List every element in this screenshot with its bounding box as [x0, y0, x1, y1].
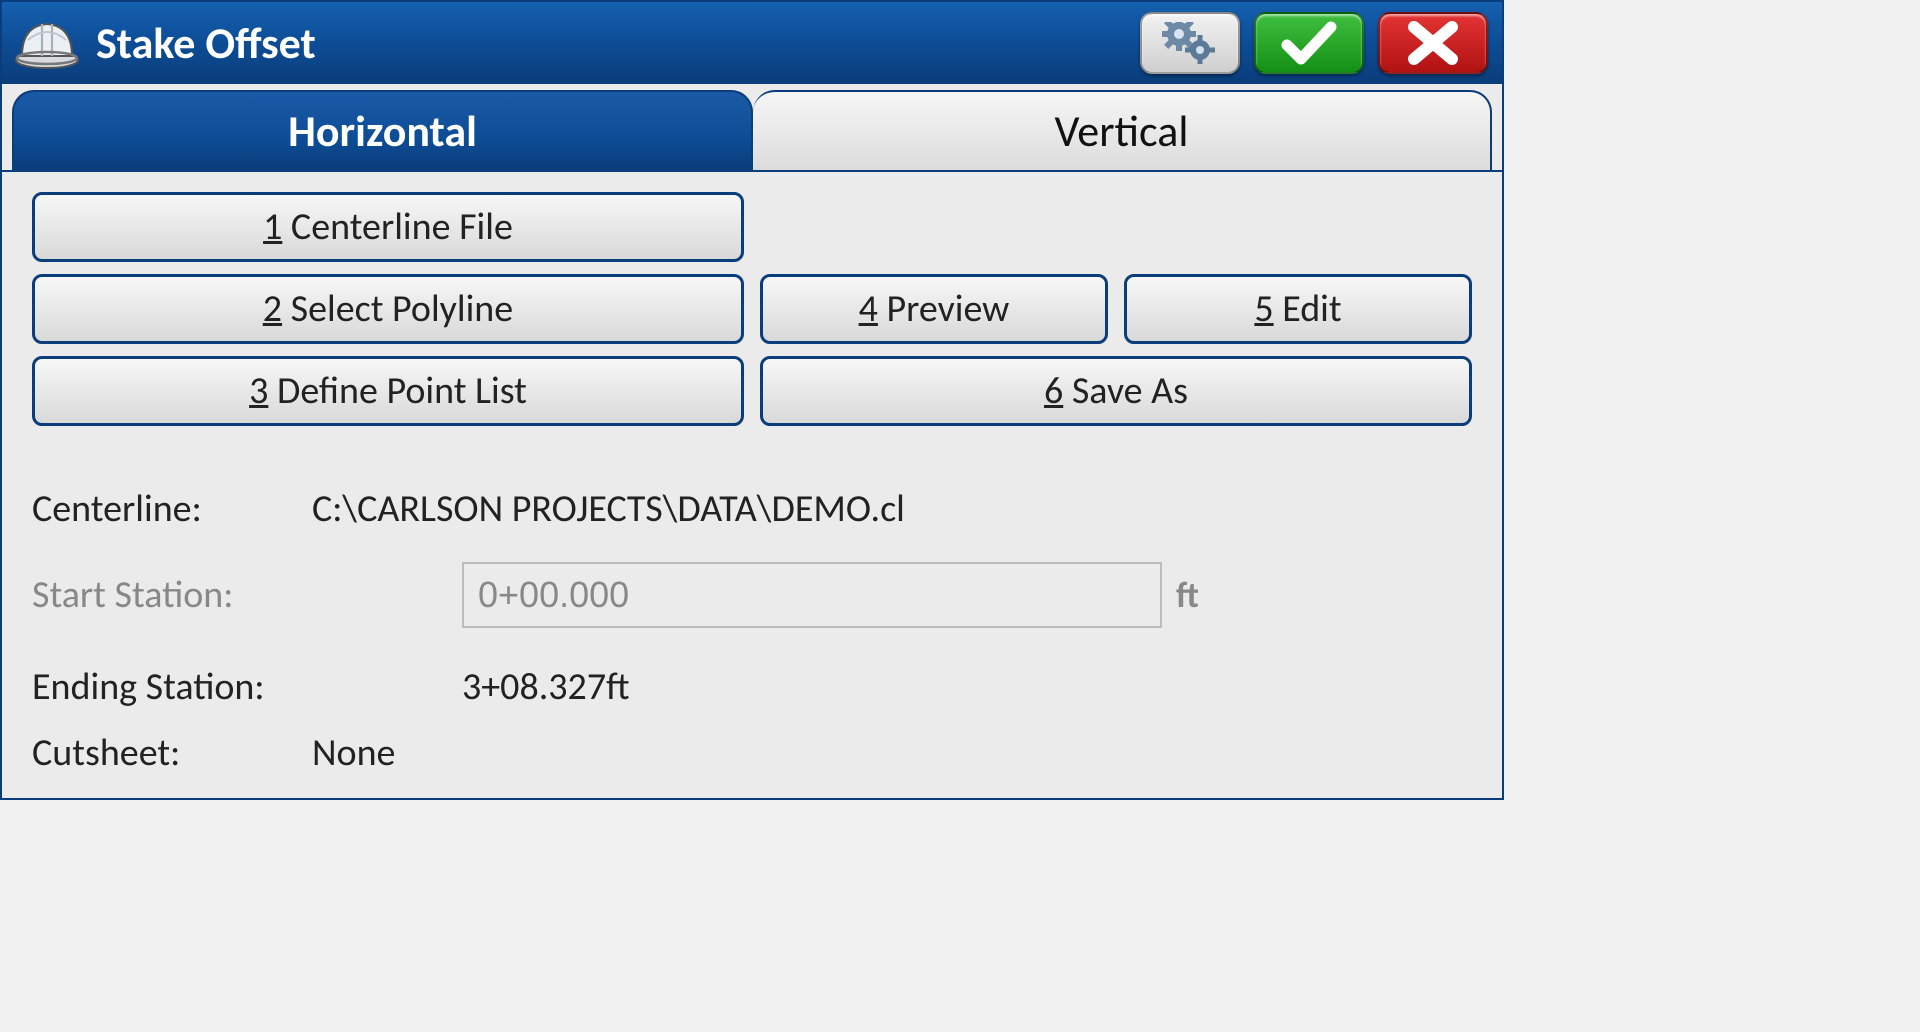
button-label: 6 Save As [1044, 368, 1188, 414]
centerline-label: Centerline: [32, 486, 312, 532]
start-station-row: Start Station: ft [32, 562, 1472, 628]
settings-button[interactable] [1140, 12, 1240, 74]
button-grid: 1 Centerline File 2 Select Polyline 4 Pr… [32, 192, 1472, 426]
stake-offset-window: Stake Offset [0, 0, 1504, 800]
cancel-button[interactable] [1378, 12, 1488, 74]
start-station-input [462, 562, 1162, 628]
start-station-input-wrap: ft [462, 562, 1199, 628]
select-polyline-button[interactable]: 2 Select Polyline [32, 274, 744, 344]
empty-cell [760, 192, 1472, 262]
button-label: 3 Define Point List [249, 368, 527, 414]
cutsheet-value: None [312, 730, 1472, 776]
cutsheet-label: Cutsheet: [32, 730, 312, 776]
hardhat-icon [12, 13, 82, 73]
tab-vertical-label: Vertical [1055, 104, 1189, 158]
centerline-value: C:\CARLSON PROJECTS\DATA\DEMO.cl [312, 486, 1472, 532]
preview-edit-group: 4 Preview 5 Edit [760, 274, 1472, 344]
button-label: 2 Select Polyline [263, 286, 513, 332]
cutsheet-row: Cutsheet: None [32, 730, 1472, 776]
ok-button[interactable] [1254, 12, 1364, 74]
start-station-label: Start Station: [32, 572, 462, 618]
tabbar: Horizontal Vertical [2, 84, 1502, 170]
button-label: 5 Edit [1254, 286, 1341, 332]
preview-button[interactable]: 4 Preview [760, 274, 1108, 344]
save-as-button[interactable]: 6 Save As [760, 356, 1472, 426]
edit-button[interactable]: 5 Edit [1124, 274, 1472, 344]
ending-station-value: 3+08.327ft [462, 664, 1472, 710]
ending-station-label: Ending Station: [32, 664, 462, 710]
gear-icon [1162, 22, 1218, 64]
check-icon [1279, 21, 1339, 65]
centerline-row: Centerline: C:\CARLSON PROJECTS\DATA\DEM… [32, 486, 1472, 532]
tab-vertical[interactable]: Vertical [753, 90, 1492, 170]
content-area: 1 Centerline File 2 Select Polyline 4 Pr… [2, 170, 1502, 798]
page-title: Stake Offset [96, 16, 1126, 70]
start-station-unit: ft [1176, 573, 1199, 617]
button-label: 1 Centerline File [263, 204, 513, 250]
tab-horizontal[interactable]: Horizontal [12, 90, 753, 170]
define-point-list-button[interactable]: 3 Define Point List [32, 356, 744, 426]
tab-horizontal-label: Horizontal [288, 104, 477, 158]
centerline-file-button[interactable]: 1 Centerline File [32, 192, 744, 262]
close-icon [1406, 21, 1460, 65]
info-rows: Centerline: C:\CARLSON PROJECTS\DATA\DEM… [32, 486, 1472, 776]
ending-station-row: Ending Station: 3+08.327ft [32, 664, 1472, 710]
button-label: 4 Preview [859, 286, 1010, 332]
titlebar: Stake Offset [2, 2, 1502, 84]
